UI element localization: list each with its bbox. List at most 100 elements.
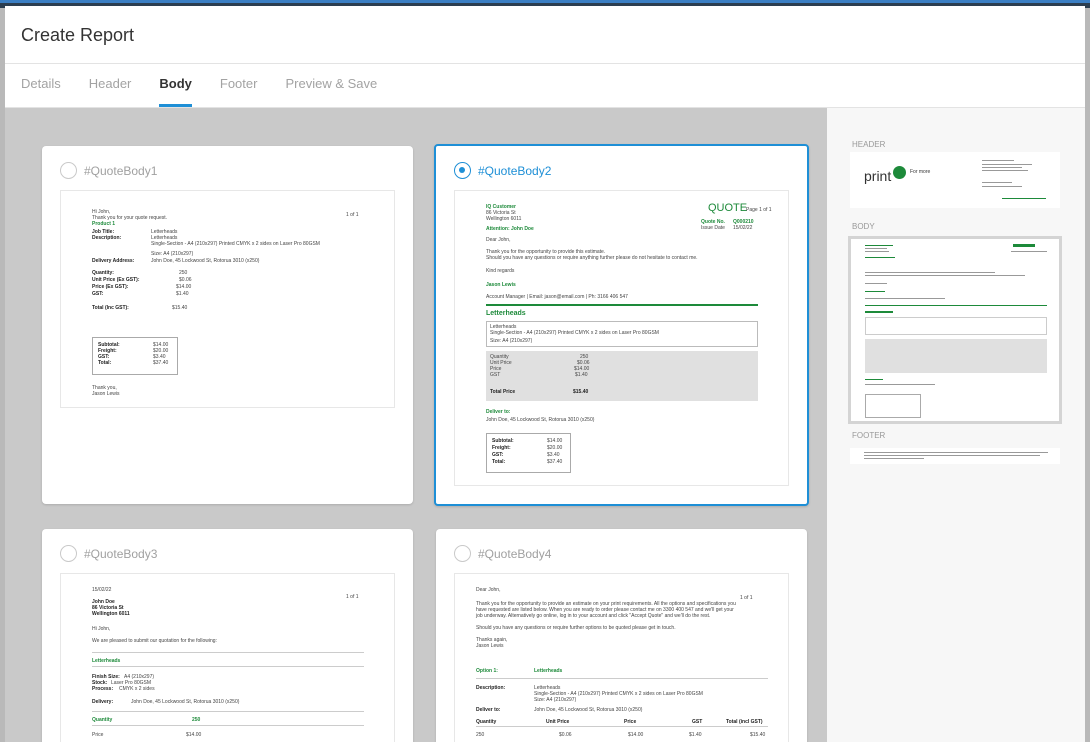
- divider: [476, 678, 768, 679]
- preview-text: $20.00: [547, 445, 563, 451]
- preview-text: Account Manager | Email: jason@email.com…: [486, 294, 628, 300]
- wizard-tabs: Details Header Body Footer Preview & Sav…: [21, 76, 405, 107]
- body-template-list[interactable]: #QuoteBody1 Hi John, Thank you for your …: [5, 108, 827, 742]
- mini-line: [1011, 251, 1047, 252]
- mini-line: [865, 305, 1047, 306]
- body-section-label: BODY: [852, 222, 875, 231]
- preview-text: Product 1: [92, 221, 116, 227]
- tab-preview-save[interactable]: Preview & Save: [285, 76, 377, 107]
- template-radio[interactable]: [60, 545, 77, 562]
- preview-text: Wellington 6011: [92, 611, 130, 617]
- preview-text: Delivery Address:: [92, 258, 135, 264]
- mini-line: [865, 283, 887, 284]
- preview-text: Total Price: [490, 389, 516, 395]
- accent-line: [0, 0, 1090, 3]
- preview-text: Issue Date: [701, 225, 725, 231]
- preview-text: Size: A4 (210x297): [490, 338, 533, 344]
- template-preview: IQ Customer 86 Victoria St Wellington 60…: [454, 190, 789, 486]
- preview-text: Delivery:: [92, 699, 114, 705]
- mini-line: [864, 452, 1048, 453]
- template-card-quotebody1[interactable]: #QuoteBody1 Hi John, Thank you for your …: [42, 146, 413, 504]
- preview-text: Dear John,: [486, 237, 511, 243]
- mini-line: [865, 379, 883, 380]
- mini-line: [864, 458, 924, 459]
- preview-text: Single-Section - A4 (210x297) Printed CM…: [490, 330, 659, 336]
- green-divider: [486, 304, 758, 306]
- footer-thumbnail[interactable]: [850, 448, 1060, 464]
- preview-text: Total (Inc GST):: [92, 305, 129, 311]
- layout-preview-panel: HEADER print For more BODY FOOTER: [827, 108, 1085, 742]
- preview-text: $15.40: [750, 732, 766, 738]
- template-radio[interactable]: [454, 545, 471, 562]
- preview-text: GST:: [92, 291, 104, 297]
- preview-text: Description:: [476, 685, 506, 691]
- mini-line: [1013, 244, 1035, 247]
- preview-text: Process:: [92, 686, 114, 692]
- preview-text: $37.40: [547, 459, 563, 465]
- mini-line: [865, 248, 887, 249]
- divider: [92, 652, 364, 653]
- preview-text: $1.40: [176, 291, 189, 297]
- template-label: #QuoteBody1: [84, 163, 158, 178]
- preview-text: Description:: [92, 235, 122, 241]
- tab-header[interactable]: Header: [89, 76, 132, 107]
- preview-text: Subtotal:: [492, 438, 514, 444]
- mini-line: [865, 291, 885, 292]
- preview-text: Jason Lewis: [476, 643, 504, 649]
- preview-text: Should you have any questions or require…: [476, 625, 676, 631]
- preview-text: Wellington 6011: [486, 216, 522, 222]
- template-preview: 15/02/22 1 of 1 John Doe 86 Victoria St …: [60, 573, 395, 742]
- preview-text: 250: [179, 270, 188, 276]
- preview-text: 15/02/22: [92, 587, 112, 593]
- preview-text: Option 1:: [476, 668, 498, 674]
- preview-section-title: Letterheads: [486, 310, 526, 317]
- header-section-label: HEADER: [852, 140, 886, 149]
- footer-section-label: FOOTER: [852, 431, 886, 440]
- tab-details[interactable]: Details: [21, 76, 61, 107]
- tab-body[interactable]: Body: [159, 76, 192, 107]
- divider: [92, 711, 364, 712]
- mini-shade: [865, 339, 1047, 373]
- preview-text: Should you have any questions or require…: [486, 255, 698, 261]
- body-thumbnail[interactable]: [848, 236, 1062, 424]
- template-card-quotebody4[interactable]: #QuoteBody4 Dear John, 1 of 1 Thank you …: [436, 529, 807, 742]
- preview-text: Total:: [492, 459, 506, 465]
- preview-text: Quantity: [476, 719, 497, 725]
- mini-line: [865, 272, 995, 273]
- preview-text: $0.06: [559, 732, 572, 738]
- preview-text: $0.06: [179, 277, 192, 283]
- mini-line: [982, 186, 1022, 187]
- preview-text: Price: [624, 719, 637, 725]
- preview-text: $14.00: [628, 732, 644, 738]
- header-thumbnail[interactable]: print For more: [850, 152, 1060, 208]
- preview-text: $3.40: [547, 452, 560, 458]
- preview-text: Dear John,: [476, 587, 501, 593]
- template-radio-selected[interactable]: [454, 162, 471, 179]
- preview-text: John Doe, 45 Lockwood St, Rotorua 3010 (…: [534, 707, 643, 713]
- preview-text: Unit Price (Ex GST):: [92, 277, 140, 283]
- template-label: #QuoteBody4: [478, 546, 552, 561]
- template-radio[interactable]: [60, 162, 77, 179]
- preview-text: CMYK x 2 sides: [119, 686, 155, 692]
- preview-text: Deliver to:: [486, 409, 511, 415]
- preview-text: Attention: John Doe: [486, 226, 534, 232]
- mini-line: [864, 455, 1040, 456]
- mini-line: [982, 167, 1022, 168]
- preview-text: Single-Section - A4 (210x297) Printed CM…: [151, 241, 320, 247]
- mini-line: [865, 275, 1025, 276]
- preview-text: Size: A4 (210x297): [534, 697, 577, 703]
- logo-text: print: [864, 168, 892, 184]
- template-card-quotebody2[interactable]: #QuoteBody2 IQ Customer 86 Victoria St W…: [434, 144, 809, 506]
- preview-text: Kind regards: [486, 268, 515, 274]
- mini-line: [865, 384, 935, 385]
- mini-line: [865, 298, 945, 299]
- tab-footer[interactable]: Footer: [220, 76, 258, 107]
- preview-text: We are pleased to submit our quotation f…: [92, 638, 217, 644]
- preview-text: $37.40: [153, 360, 169, 366]
- create-report-dialog: Create Report Details Header Body Footer…: [5, 6, 1085, 742]
- logo-subtext: For more: [910, 169, 931, 175]
- mini-line: [865, 251, 889, 252]
- template-card-quotebody3[interactable]: #QuoteBody3 15/02/22 1 of 1 John Doe 86 …: [42, 529, 413, 742]
- mini-line: [1002, 198, 1046, 199]
- template-preview: Hi John, Thank you for your quote reques…: [60, 190, 395, 408]
